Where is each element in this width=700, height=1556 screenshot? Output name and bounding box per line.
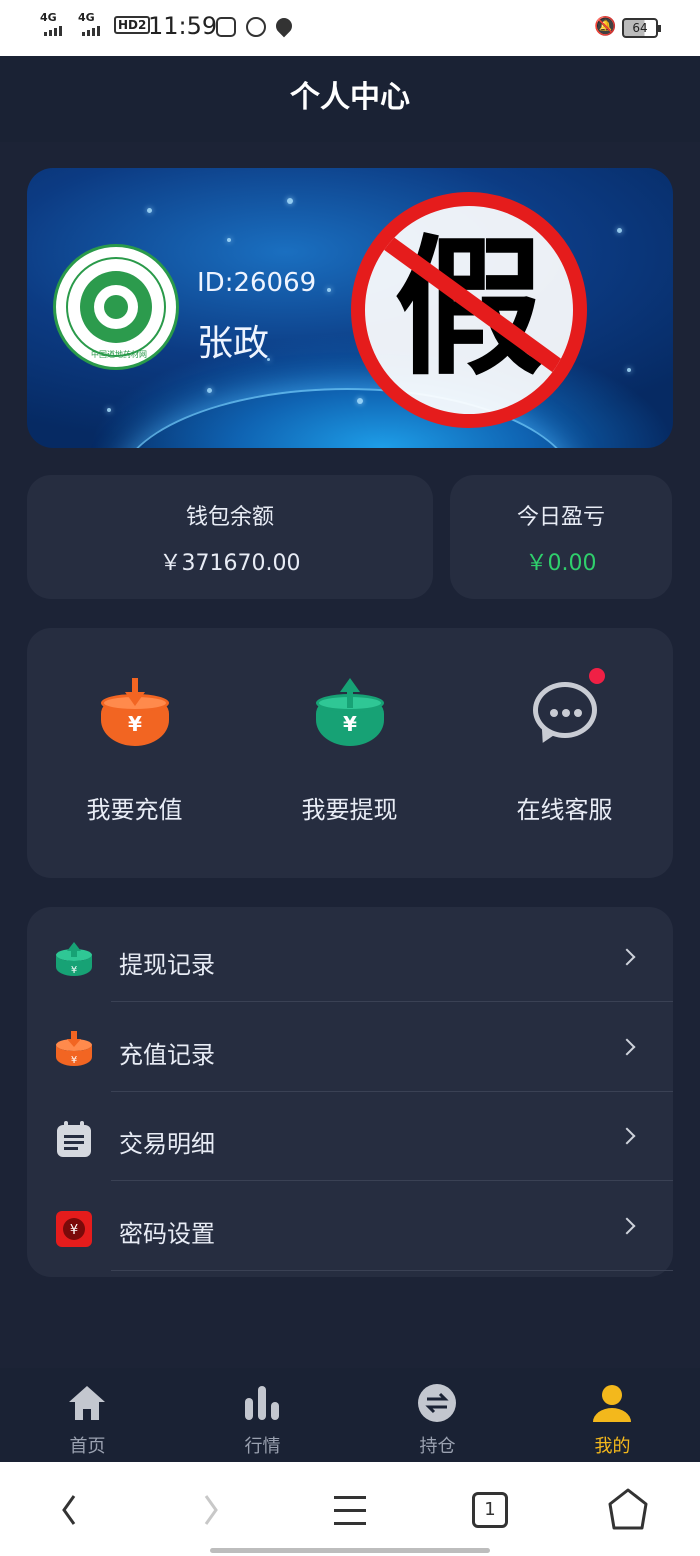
mute-bell-icon: 🔕 [594,16,617,37]
withdraw-icon: ¥ [314,678,386,750]
deposit-button[interactable]: ¥ 我要充值 [27,628,242,878]
menu-item-label: 充值记录 [119,1041,215,1069]
withdraw-label: 我要提现 [301,796,398,824]
menu-item-password-settings[interactable]: ¥ 密码设置 [27,1182,673,1271]
forward-button[interactable] [180,1482,240,1538]
lock-yen-icon: ¥ [56,1211,92,1247]
deposit-icon: ¥ [99,678,171,750]
wallet-balance-value: ￥371670.00 [159,551,301,576]
menu-button[interactable] [320,1482,380,1538]
user-id: ID:26069 [197,268,317,298]
wallet-balance-card: 钱包余额 ￥371670.00 [27,475,433,599]
user-icon [593,1385,631,1422]
quick-actions-panel: ¥ 我要充值 ¥ 我要提现 在线客服 [27,628,673,878]
home-button[interactable] [598,1482,658,1538]
today-pnl-label: 今日盈亏 [516,505,605,530]
clipboard-icon [57,1121,91,1157]
status-bar: 4G 4G HD2 11:59 🔕 64 [0,0,700,56]
withdraw-record-icon: ¥ [56,942,92,976]
weibo-icon [246,17,266,37]
customer-service-label: 在线客服 [516,796,613,824]
menu-item-label: 交易明细 [119,1130,215,1158]
tab-label: 我的 [594,1436,631,1457]
home-indicator [210,1548,490,1553]
signal-icon [44,26,62,36]
chevron-right-icon [618,948,636,966]
deposit-record-icon: ¥ [56,1031,92,1066]
bottom-tab-bar: 首页 行情 持仓 我的 [0,1368,700,1462]
svg-text:¥: ¥ [70,1223,78,1238]
chevron-right-icon [618,1127,636,1145]
battery-icon: 64 [622,18,661,38]
menu-item-label: 密码设置 [119,1220,215,1248]
swap-icon [418,1384,456,1422]
tab-positions[interactable]: 持仓 [350,1368,525,1462]
svg-text:¥: ¥ [71,965,77,976]
menu-item-deposit-records[interactable]: ¥ 充值记录 [27,1003,673,1092]
today-pnl-value: ￥0.00 [525,551,597,576]
wallet-balance-label: 钱包余额 [185,505,274,530]
menu-item-transaction-details[interactable]: 交易明细 [27,1092,673,1181]
today-pnl-card: 今日盈亏 ￥0.00 [450,475,672,599]
tab-label: 行情 [244,1436,281,1457]
profile-banner: 中国道地药材网 ID:26069 张政 假 [27,168,673,448]
location-icon [272,14,296,38]
app-notification-icon [216,17,236,37]
tab-market[interactable]: 行情 [175,1368,350,1462]
menu-item-label: 提现记录 [119,951,215,979]
back-button[interactable] [40,1482,100,1538]
chevron-right-icon [618,1217,636,1235]
chat-icon [529,678,601,750]
deposit-label: 我要充值 [86,796,183,824]
chevron-right-icon [618,1038,636,1056]
network-type-1: 4G [40,11,57,24]
network-type-2: 4G [78,11,95,24]
tabs-button[interactable]: 1 [460,1482,520,1538]
tab-label: 持仓 [419,1436,456,1457]
tab-mine[interactable]: 我的 [525,1368,700,1462]
menu-item-withdraw-records[interactable]: ¥ 提现记录 [27,913,673,1002]
bar-chart-icon [245,1386,279,1420]
page-title: 个人中心 [0,56,700,142]
signal-icon-2 [82,26,100,36]
user-name: 张政 [197,323,270,364]
tab-count: 1 [472,1492,508,1528]
notification-dot [589,668,605,684]
company-logo: 中国道地药材网 [53,244,179,370]
fake-warning-stamp: 假 [351,192,587,428]
tab-label: 首页 [69,1436,106,1457]
svg-text:¥: ¥ [71,1055,77,1066]
tab-home[interactable]: 首页 [0,1368,175,1462]
browser-toolbar: 1 [0,1462,700,1556]
status-time: 11:59 [148,12,218,40]
customer-service-button[interactable]: 在线客服 [457,628,672,878]
hd-voice-badge: HD2 [114,16,151,34]
withdraw-button[interactable]: ¥ 我要提现 [242,628,457,878]
home-icon [69,1386,105,1420]
menu-list: ¥ 提现记录 ¥ 充值记录 交易明细 ¥ 密码设置 [27,907,673,1277]
